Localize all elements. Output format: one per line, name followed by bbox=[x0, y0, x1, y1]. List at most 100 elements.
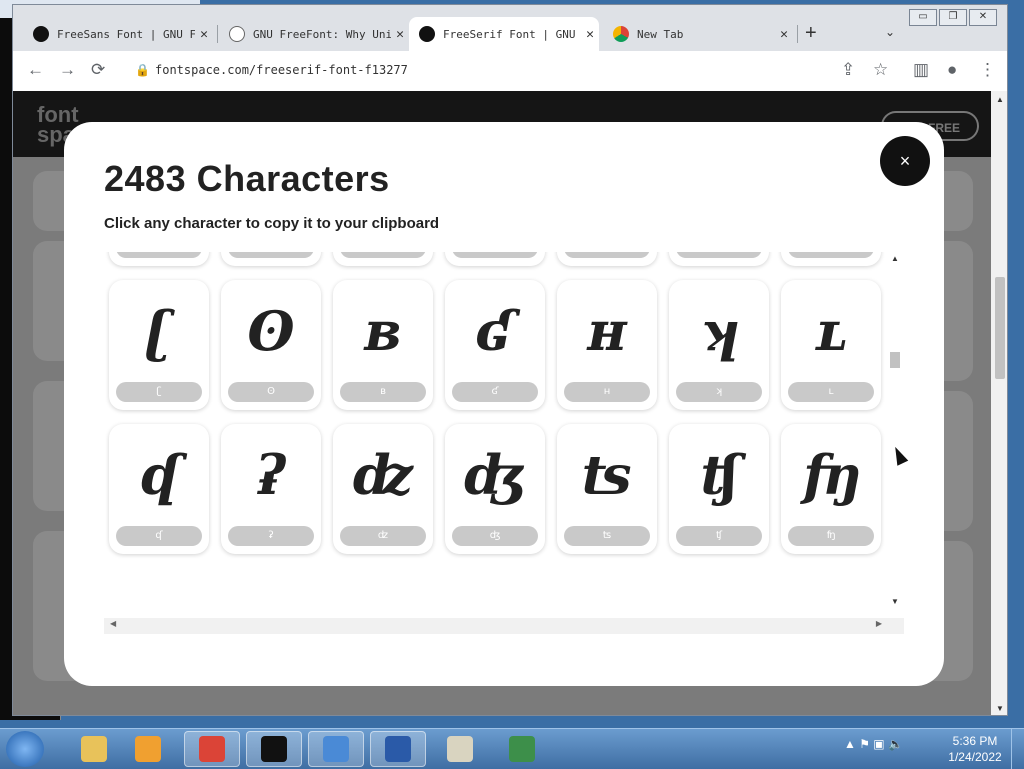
character-card[interactable]: ʘʘ bbox=[221, 280, 321, 410]
character-glyph: ʟ bbox=[814, 299, 848, 363]
modal-horizontal-scrollbar[interactable]: ◀ ▶ bbox=[104, 618, 904, 634]
character-glyph: ʦ bbox=[581, 443, 633, 507]
tab-close-icon[interactable]: ✕ bbox=[775, 27, 793, 42]
character-card[interactable]: ʟʟ bbox=[781, 280, 881, 410]
character-label: ʎ bbox=[116, 252, 202, 258]
tab-freeserif[interactable]: FreeSerif Font | GNU ✕ bbox=[409, 17, 599, 51]
character-label: ʤ bbox=[452, 526, 538, 546]
modal-subtitle: Click any character to copy it to your c… bbox=[104, 215, 440, 232]
scrollbar-thumb[interactable] bbox=[995, 277, 1005, 379]
show-desktop-button[interactable] bbox=[1011, 729, 1024, 769]
character-card[interactable]: ʖʖ bbox=[781, 252, 881, 266]
character-label: ʕ bbox=[676, 252, 762, 258]
modal-vertical-scrollbar[interactable]: ▲ ▼ bbox=[886, 252, 904, 608]
tab-close-icon[interactable]: ✕ bbox=[391, 27, 409, 42]
clock-time: 5:36 PM bbox=[952, 734, 998, 748]
character-card[interactable]: ʔʔ bbox=[557, 252, 657, 266]
character-label: ʜ bbox=[564, 382, 650, 402]
character-label: ʘ bbox=[228, 382, 314, 402]
tab-search-button[interactable]: ⌄ bbox=[885, 25, 895, 39]
system-tray[interactable]: ▲ ⚑ ▣ 🔈 bbox=[844, 737, 903, 751]
powershell-icon bbox=[385, 736, 411, 762]
modal-title: 2483 Characters bbox=[104, 158, 390, 199]
taskbar-task-manager-button[interactable] bbox=[494, 731, 550, 767]
scroll-down-icon[interactable]: ▼ bbox=[996, 704, 1004, 713]
scroll-left-icon[interactable]: ◀ bbox=[110, 619, 116, 628]
character-glyph: ʘ bbox=[247, 299, 295, 363]
taskbar-cmd-button[interactable] bbox=[246, 731, 302, 767]
character-card[interactable]: ʣʣ bbox=[333, 424, 433, 554]
back-icon[interactable]: ← bbox=[27, 60, 44, 80]
side-panel-icon[interactable]: ▥ bbox=[913, 60, 929, 80]
scrollbar-thumb[interactable] bbox=[890, 352, 900, 368]
minimize-button[interactable]: ▭ bbox=[909, 9, 937, 26]
character-label: ʐ bbox=[340, 252, 426, 258]
character-card[interactable]: ʏʏ bbox=[221, 252, 321, 266]
reload-icon[interactable]: ⟳ bbox=[91, 60, 105, 80]
taskbar-media-player-button[interactable] bbox=[120, 731, 176, 767]
tab-freesans[interactable]: FreeSans Font | GNU F ✕ bbox=[23, 17, 213, 51]
character-glyph: ʧ bbox=[699, 443, 739, 507]
clock-app-icon bbox=[447, 736, 473, 762]
tab-close-icon[interactable]: ✕ bbox=[581, 27, 599, 42]
new-tab-button[interactable]: + bbox=[805, 22, 817, 45]
character-label: ʒ bbox=[452, 252, 538, 258]
character-card[interactable]: ʤʤ bbox=[445, 424, 545, 554]
scroll-up-icon[interactable]: ▲ bbox=[891, 254, 899, 263]
tab-separator bbox=[217, 25, 218, 43]
character-card[interactable]: ʜʜ bbox=[557, 280, 657, 410]
character-card[interactable]: ʛʛ bbox=[445, 280, 545, 410]
character-card[interactable]: ʗʗ bbox=[109, 280, 209, 410]
share-icon[interactable]: ⇪ bbox=[841, 60, 855, 80]
tab-title: FreeSerif Font | GNU bbox=[443, 27, 576, 41]
character-card[interactable]: ʞʞ bbox=[669, 280, 769, 410]
scroll-up-icon[interactable]: ▲ bbox=[996, 95, 1004, 104]
character-glyph: ʛ bbox=[476, 299, 514, 363]
maximize-button[interactable]: ❐ bbox=[939, 9, 967, 26]
character-card[interactable]: ʙʙ bbox=[333, 280, 433, 410]
character-glyph: ʗ bbox=[144, 299, 174, 363]
taskbar-chrome-button[interactable] bbox=[184, 731, 240, 767]
character-label: ʡ bbox=[228, 526, 314, 546]
clock-date: 1/24/2022 bbox=[948, 750, 1002, 764]
profile-icon[interactable]: ● bbox=[947, 60, 957, 80]
tab-new-tab[interactable]: New Tab ✕ bbox=[603, 17, 793, 51]
tab-close-icon[interactable]: ✕ bbox=[195, 27, 213, 42]
character-card[interactable]: ʠʠ bbox=[109, 424, 209, 554]
desktop-edge bbox=[1008, 0, 1024, 728]
tab-title: GNU FreeFont: Why Uni bbox=[253, 27, 391, 41]
character-label: ʞ bbox=[676, 382, 762, 402]
scroll-right-icon[interactable]: ▶ bbox=[876, 619, 882, 628]
forward-icon[interactable]: → bbox=[59, 60, 76, 80]
character-card[interactable]: ʕʕ bbox=[669, 252, 769, 266]
character-card[interactable]: ʧʧ bbox=[669, 424, 769, 554]
task-manager-icon bbox=[509, 736, 535, 762]
tab-title: New Tab bbox=[637, 27, 684, 41]
tab-gnu-freefont[interactable]: GNU FreeFont: Why Uni ✕ bbox=[219, 17, 409, 51]
taskbar-control-panel-button[interactable] bbox=[308, 731, 364, 767]
bookmark-star-icon[interactable]: ☆ bbox=[873, 60, 888, 80]
character-card[interactable]: ʐʐ bbox=[333, 252, 433, 266]
taskbar-clock-app-button[interactable] bbox=[432, 731, 488, 767]
character-card[interactable]: ʩʩ bbox=[781, 424, 881, 554]
character-label: ʩ bbox=[788, 526, 874, 546]
character-card[interactable]: ʎʎ bbox=[109, 252, 209, 266]
character-label: ʟ bbox=[788, 382, 874, 402]
character-card[interactable]: ʦʦ bbox=[557, 424, 657, 554]
scroll-down-icon[interactable]: ▼ bbox=[891, 597, 899, 606]
url-text[interactable]: fontspace.com/freeserif-font-f13277 bbox=[155, 63, 408, 77]
page-scrollbar[interactable]: ▲ ▼ bbox=[991, 91, 1007, 715]
address-bar[interactable]: 🔒 fontspace.com/freeserif-font-f13277 bbox=[123, 57, 893, 85]
taskbar-powershell-button[interactable] bbox=[370, 731, 426, 767]
menu-icon[interactable]: ⋮ bbox=[979, 60, 996, 80]
character-label: ʙ bbox=[340, 382, 426, 402]
close-window-button[interactable]: ✕ bbox=[969, 9, 997, 26]
taskbar-explorer-button[interactable] bbox=[66, 731, 122, 767]
fontspace-icon bbox=[419, 26, 435, 42]
character-card[interactable]: ʒʒ bbox=[445, 252, 545, 266]
clock[interactable]: 5:36 PM 1/24/2022 bbox=[940, 733, 1010, 765]
start-button[interactable] bbox=[6, 731, 44, 767]
close-modal-button[interactable]: × bbox=[880, 136, 930, 186]
character-card[interactable]: ʡʡ bbox=[221, 424, 321, 554]
taskbar: ▲ ⚑ ▣ 🔈 5:36 PM 1/24/2022 bbox=[0, 728, 1024, 769]
